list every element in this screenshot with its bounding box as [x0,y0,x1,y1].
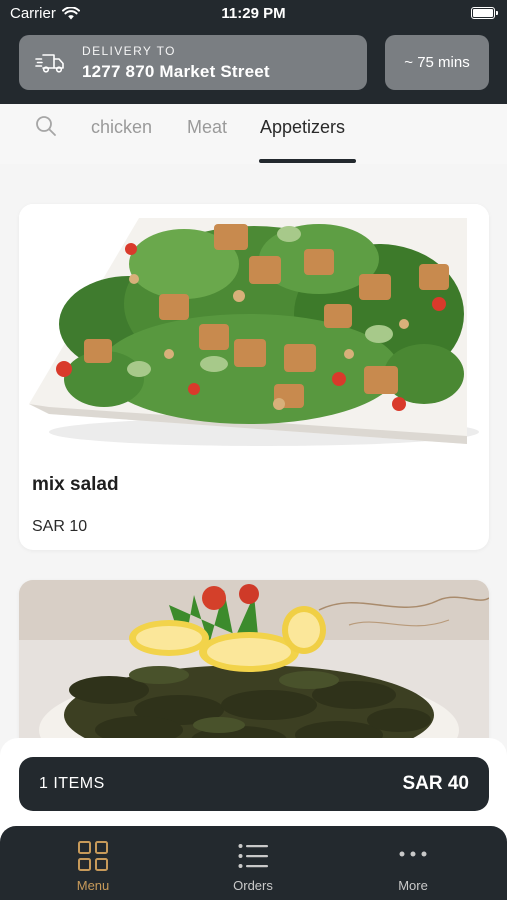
tab-chicken[interactable]: chicken [91,117,152,138]
active-tab-indicator [259,159,356,163]
mix-salad-image [19,204,489,454]
tabbar-item-menu[interactable]: Menu [33,826,153,900]
eta-text: ~ 75 mins [404,54,470,71]
tabbar-item-more[interactable]: More [353,826,473,900]
tabbar-label-more: More [398,878,428,893]
delivery-text: DELIVERY TO 1277 870 Market Street [82,44,270,82]
grid-icon [78,841,108,871]
delivery-address: 1277 870 Market Street [82,61,270,81]
tabbar-label-orders: Orders [233,878,273,893]
delivery-eta-button[interactable]: ~ 75 mins [385,35,489,90]
status-bar: Carrier 11:29 PM [0,0,507,28]
tabbar-item-orders[interactable]: Orders [193,826,313,900]
delivery-address-selector[interactable]: DELIVERY TO 1277 870 Market Street [19,35,367,90]
battery-icon [471,7,498,19]
product-card[interactable]: mix salad SAR 10 [19,204,489,550]
cart-item-count: 1 ITEMS [39,775,105,792]
search-icon[interactable] [35,115,57,137]
status-time: 11:29 PM [221,5,286,22]
list-icon [238,844,268,868]
app-header: Carrier 11:29 PM DELIVERY TO 1277 870 Ma… [0,0,507,104]
product-card[interactable] [19,580,489,760]
product-price: SAR 10 [32,518,88,535]
stuffed-grape-leaves-image [19,580,489,760]
product-name: mix salad [32,474,119,495]
tabbar-label-menu: Menu [76,878,110,893]
more-dots-icon [399,851,427,857]
category-tabs [0,104,507,164]
tab-appetizers[interactable]: Appetizers [260,117,345,138]
bottom-tab-bar: Menu Orders More [0,826,507,900]
tab-meat[interactable]: Meat [187,117,227,138]
view-cart-button[interactable]: 1 ITEMS SAR 40 [19,757,489,811]
cart-total: SAR 40 [402,773,469,794]
delivery-truck-icon [35,53,64,73]
delivery-label: DELIVERY TO [82,43,176,58]
